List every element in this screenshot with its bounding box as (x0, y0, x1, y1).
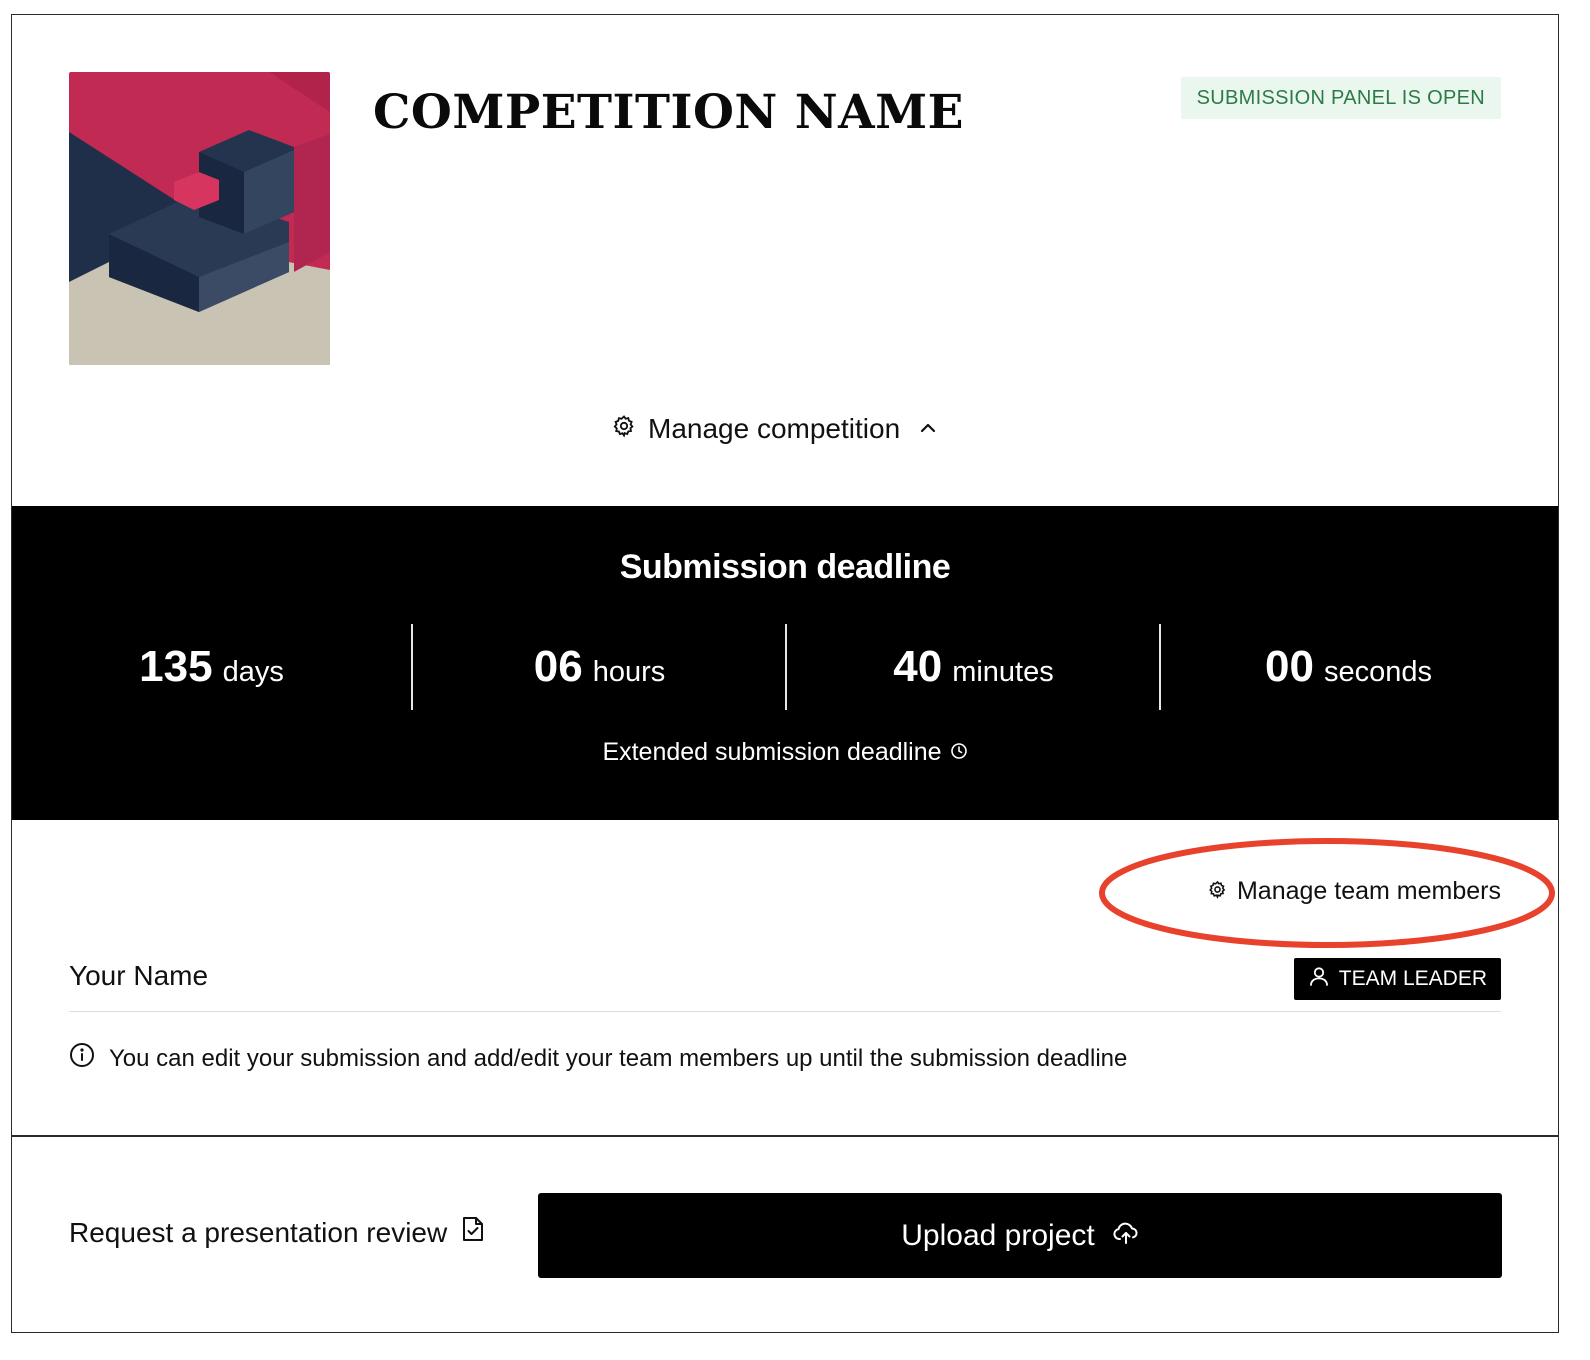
manage-competition-button[interactable]: Manage competition (612, 409, 938, 449)
minutes-value: 40 (893, 642, 943, 691)
minutes-label: minutes (952, 655, 1054, 688)
submission-card: COMPETITION NAME SUBMISSION PANEL IS OPE… (11, 14, 1559, 1333)
request-review-link[interactable]: Request a presentation review (69, 1216, 485, 1249)
hours-label: hours (592, 655, 666, 688)
gear-icon (1208, 877, 1227, 906)
countdown-days: 135 days (12, 624, 411, 710)
countdown-hours: 06 hours (413, 624, 786, 710)
section-divider (12, 1135, 1558, 1137)
deadline-banner: Submission deadline 135 days 06 hours 40… (12, 506, 1558, 820)
gear-icon (612, 413, 636, 445)
competition-title: COMPETITION NAME (373, 85, 965, 140)
days-label: days (222, 655, 284, 688)
seconds-label: seconds (1323, 655, 1432, 688)
competition-cover-image (69, 72, 330, 365)
info-note-text: You can edit your submission and add/edi… (109, 1044, 1128, 1072)
extended-deadline-link[interactable]: Extended submission deadline (12, 738, 1558, 767)
document-check-icon (461, 1216, 485, 1249)
role-badge: TEAM LEADER (1293, 958, 1501, 1000)
clock-icon (950, 738, 968, 767)
role-badge-label: TEAM LEADER (1338, 967, 1487, 990)
user-icon (1308, 965, 1330, 993)
days-value: 135 (139, 642, 213, 691)
hours-value: 06 (533, 642, 583, 691)
info-note: You can edit your submission and add/edi… (69, 1042, 1127, 1075)
upload-project-label: Upload project (901, 1218, 1095, 1252)
chevron-up-icon (918, 413, 938, 445)
extended-deadline-label: Extended submission deadline (602, 738, 942, 766)
deadline-title: Submission deadline (619, 548, 951, 586)
countdown: 135 days 06 hours 40 minutes 00 seconds (12, 624, 1558, 710)
info-icon (69, 1042, 95, 1075)
manage-team-members-label: Manage team members (1236, 877, 1501, 905)
status-badge: SUBMISSION PANEL IS OPEN (1180, 77, 1501, 119)
countdown-minutes: 40 minutes (787, 624, 1160, 710)
request-review-label: Request a presentation review (69, 1216, 448, 1248)
upload-project-button[interactable]: Upload project (538, 1193, 1502, 1278)
seconds-value: 00 (1265, 642, 1314, 691)
cloud-upload-icon (1113, 1219, 1139, 1253)
member-name: Your Name (69, 960, 209, 991)
team-member-row: Your Name TEAM LEADER (69, 957, 1501, 1012)
manage-competition-label: Manage competition (648, 413, 901, 444)
manage-team-members-button[interactable]: Manage team members (1208, 877, 1501, 906)
countdown-seconds: 00 seconds (1161, 624, 1536, 710)
